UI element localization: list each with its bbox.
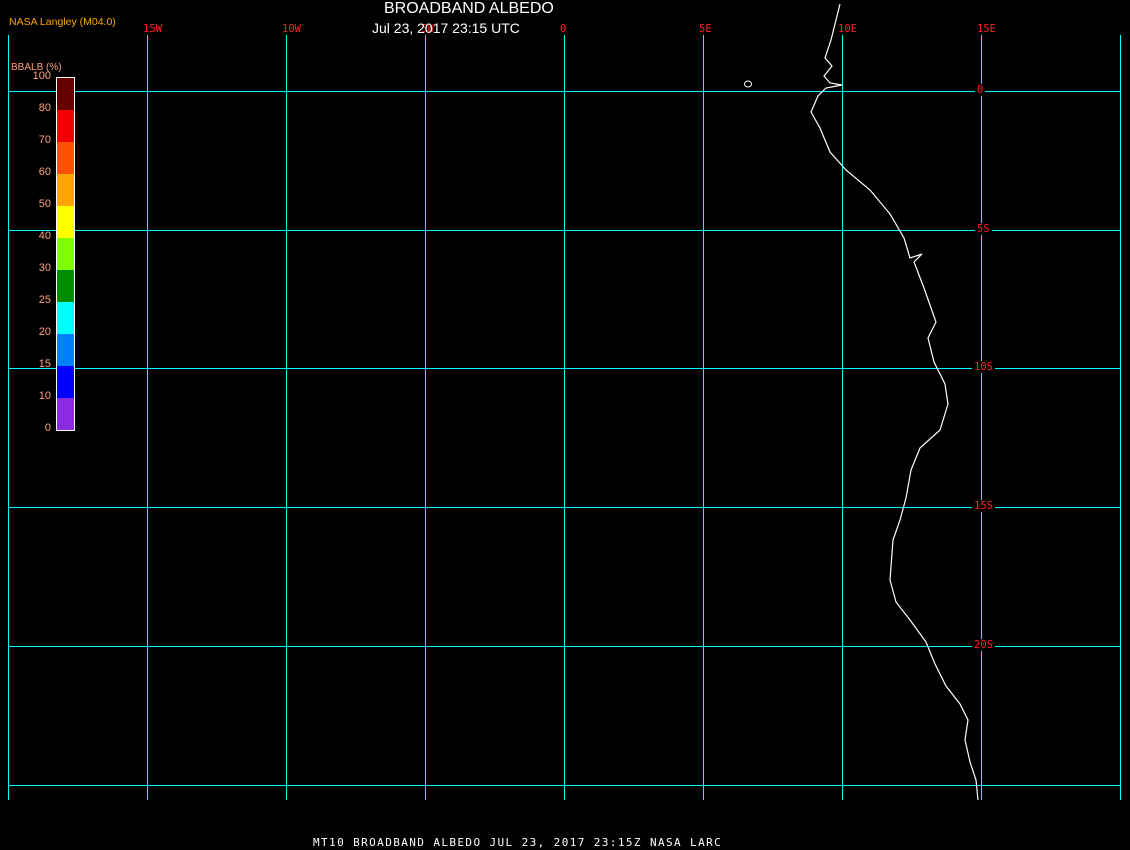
coastline (810, 3, 979, 801)
latitude-label: 5S (975, 223, 992, 235)
colorbar-swatch (57, 398, 74, 430)
colorbar-swatch (57, 238, 74, 270)
longitude-label: 15W (143, 23, 162, 35)
footer-caption: MT10 BROADBAND ALBEDO JUL 23, 2017 23:15… (313, 836, 723, 849)
colorbar-label: 20 (38, 326, 51, 338)
longitude-label: 10E (838, 23, 857, 35)
colorbar-swatch (57, 142, 74, 174)
longitude-label: 10W (282, 23, 301, 35)
colorbar-label: 25 (38, 294, 51, 306)
map-timestamp: Jul 23, 2017 23:15 UTC (372, 20, 520, 36)
colorbar-swatch (57, 366, 74, 398)
colorbar-swatch (57, 78, 74, 110)
colorbar-label: 15 (38, 358, 51, 370)
latitude-label: 0 (975, 84, 986, 96)
colorbar-swatch (57, 270, 74, 302)
latitude-label: 20S (972, 639, 995, 651)
map-grid (8, 3, 1121, 801)
colorbar (56, 77, 75, 431)
latitude-label: 10S (972, 361, 995, 373)
colorbar-swatch (57, 174, 74, 206)
colorbar-label: 0 (44, 422, 51, 434)
colorbar-label: 100 (32, 70, 51, 82)
colorbar-swatch (57, 110, 74, 142)
colorbar-label: 80 (38, 102, 51, 114)
latitude-label: 15S (972, 500, 995, 512)
colorbar-swatch (57, 206, 74, 238)
colorbar-label: 60 (38, 166, 51, 178)
colorbar-label: 70 (38, 134, 51, 146)
longitude-label: 5E (699, 23, 712, 35)
colorbar-label: 50 (38, 198, 51, 210)
colorbar-swatch (57, 302, 74, 334)
colorbar-label: 40 (38, 230, 51, 242)
island-outline (744, 80, 752, 88)
colorbar-swatch (57, 334, 74, 366)
longitude-label: 15E (977, 23, 996, 35)
longitude-label: 0 (560, 23, 567, 35)
colorbar-label: 10 (38, 390, 51, 402)
colorbar-label: 30 (38, 262, 51, 274)
